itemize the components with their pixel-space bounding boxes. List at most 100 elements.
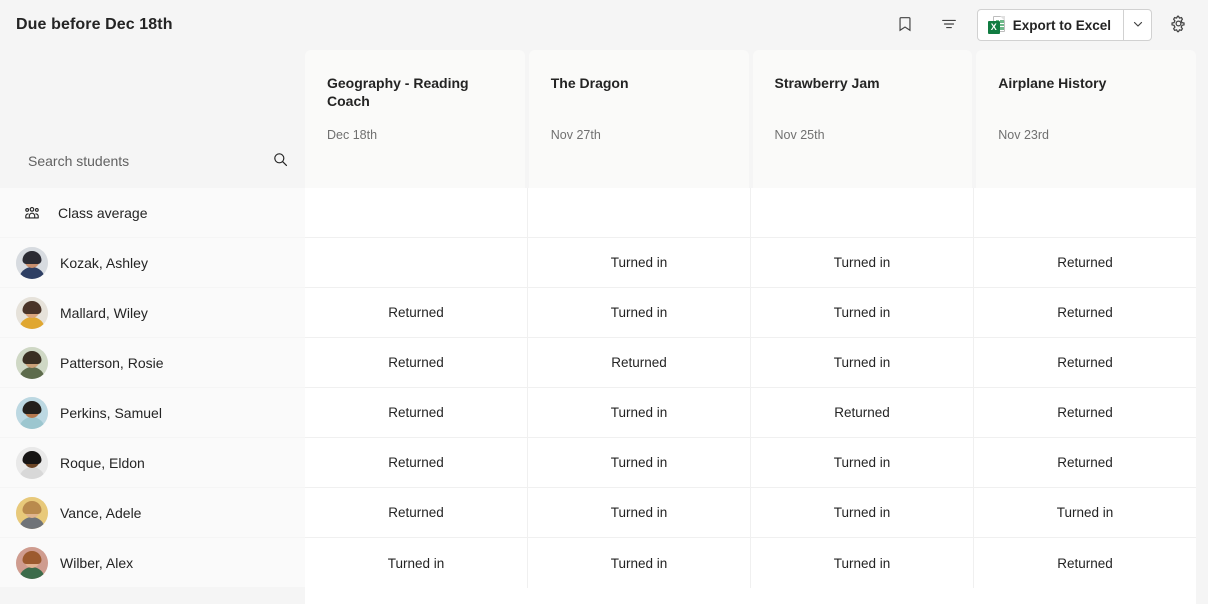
- assignment-due-date: Nov 27th: [551, 128, 601, 142]
- status-cell[interactable]: Returned: [974, 538, 1196, 588]
- status-cell[interactable]: [974, 188, 1196, 237]
- student-row[interactable]: Patterson, Rosie: [0, 338, 305, 388]
- grid-body: Class average Kozak, Ashley Mallard, Wiley…: [0, 188, 1208, 604]
- filter-icon: [940, 15, 958, 36]
- search-icon: [272, 151, 289, 171]
- avatar: [16, 497, 48, 529]
- search-input[interactable]: [16, 153, 267, 169]
- avatar: [16, 547, 48, 579]
- student-row[interactable]: Mallard, Wiley: [0, 288, 305, 338]
- assignment-column-header[interactable]: The Dragon Nov 27th: [529, 50, 749, 188]
- settings-button[interactable]: [1162, 9, 1194, 41]
- status-cell[interactable]: Turned in: [528, 388, 751, 437]
- bookmark-button[interactable]: [889, 9, 921, 41]
- student-row[interactable]: Kozak, Ashley: [0, 238, 305, 288]
- status-cell[interactable]: Returned: [974, 238, 1196, 287]
- bookmark-icon: [896, 15, 914, 36]
- avatar: [16, 297, 48, 329]
- status-cell[interactable]: Turned in: [974, 488, 1196, 537]
- export-to-excel-button[interactable]: X Export to Excel: [978, 10, 1123, 40]
- student-name: Roque, Eldon: [60, 455, 145, 471]
- student-row[interactable]: Perkins, Samuel: [0, 388, 305, 438]
- status-cell[interactable]: Turned in: [528, 538, 751, 588]
- avatar: [16, 247, 48, 279]
- assignment-due-date: Dec 18th: [327, 128, 377, 142]
- avatar: [16, 347, 48, 379]
- status-cell[interactable]: Turned in: [528, 488, 751, 537]
- assignment-title: Strawberry Jam: [775, 74, 951, 92]
- export-options-button[interactable]: [1123, 10, 1151, 40]
- assignment-title: Geography - Reading Coach: [327, 74, 503, 110]
- student-name: Kozak, Ashley: [60, 255, 148, 271]
- assignment-column-header[interactable]: Strawberry Jam Nov 25th: [753, 50, 973, 188]
- excel-icon: X: [988, 16, 1005, 34]
- status-cell[interactable]: Returned: [974, 288, 1196, 337]
- student-row[interactable]: Vance, Adele: [0, 488, 305, 538]
- assignment-column-header[interactable]: Airplane History Nov 23rd: [976, 50, 1196, 188]
- student-status-row: Turned inTurned inTurned inReturned: [305, 538, 1196, 588]
- status-cell[interactable]: Turned in: [305, 538, 528, 588]
- status-cell[interactable]: Returned: [974, 438, 1196, 487]
- toolbar: Due before Dec 18th X Export to Exce: [0, 0, 1208, 50]
- status-cell[interactable]: Turned in: [751, 488, 974, 537]
- status-cell[interactable]: [305, 238, 528, 287]
- status-cell[interactable]: Turned in: [751, 438, 974, 487]
- student-status-row: ReturnedTurned inReturnedReturned: [305, 388, 1196, 438]
- status-cell[interactable]: Turned in: [528, 238, 751, 287]
- export-to-excel-label: Export to Excel: [1013, 18, 1111, 33]
- status-cell[interactable]: Turned in: [751, 288, 974, 337]
- class-average-label: Class average: [58, 205, 148, 221]
- people-group-icon: [21, 202, 43, 224]
- status-cell[interactable]: Returned: [974, 338, 1196, 387]
- status-cell[interactable]: Turned in: [528, 288, 751, 337]
- status-cell[interactable]: Returned: [305, 488, 528, 537]
- student-name: Perkins, Samuel: [60, 405, 162, 421]
- page-title: Due before Dec 18th: [16, 16, 173, 34]
- student-status-row: ReturnedReturnedTurned inReturned: [305, 338, 1196, 388]
- status-cell[interactable]: Turned in: [751, 238, 974, 287]
- search-button[interactable]: [267, 148, 293, 174]
- assignment-title: The Dragon: [551, 74, 727, 92]
- status-cell[interactable]: [751, 188, 974, 237]
- export-to-excel-split-button: X Export to Excel: [977, 9, 1152, 41]
- student-row[interactable]: Wilber, Alex: [0, 538, 305, 588]
- assignment-title: Airplane History: [998, 74, 1174, 92]
- chevron-down-icon: [1132, 18, 1144, 33]
- class-average-row[interactable]: Class average: [0, 188, 305, 238]
- search-panel: [0, 50, 305, 188]
- student-status-row: ReturnedTurned inTurned inReturned: [305, 438, 1196, 488]
- filter-button[interactable]: [933, 9, 965, 41]
- status-cell[interactable]: Returned: [751, 388, 974, 437]
- student-status-row: ReturnedTurned inTurned inReturned: [305, 288, 1196, 338]
- assignment-due-date: Nov 25th: [775, 128, 825, 142]
- status-cell[interactable]: Returned: [305, 388, 528, 437]
- assignment-columns: Geography - Reading Coach Dec 18th The Dra…: [305, 50, 1208, 188]
- student-name: Vance, Adele: [60, 505, 141, 521]
- status-cell[interactable]: Returned: [305, 338, 528, 387]
- avatar: [16, 397, 48, 429]
- status-cell[interactable]: Turned in: [528, 438, 751, 487]
- student-status-row: Turned inTurned inReturned: [305, 238, 1196, 288]
- student-name: Patterson, Rosie: [60, 355, 164, 371]
- status-cell[interactable]: Turned in: [751, 538, 974, 588]
- student-status-row: ReturnedTurned inTurned inTurned in: [305, 488, 1196, 538]
- status-cell[interactable]: Turned in: [751, 338, 974, 387]
- gradebook-grid: Geography - Reading Coach Dec 18th The Dra…: [0, 50, 1208, 604]
- class-average-cells: [305, 188, 1196, 238]
- status-cells: Turned inTurned inReturnedReturnedTurned…: [305, 188, 1196, 604]
- assignment-column-header[interactable]: Geography - Reading Coach Dec 18th: [305, 50, 525, 188]
- status-cell[interactable]: Returned: [305, 438, 528, 487]
- status-cell[interactable]: [528, 188, 751, 237]
- student-name: Wilber, Alex: [60, 555, 133, 571]
- status-cell[interactable]: [305, 188, 528, 237]
- status-cell[interactable]: Returned: [528, 338, 751, 387]
- status-cell[interactable]: Returned: [974, 388, 1196, 437]
- assignment-due-date: Nov 23rd: [998, 128, 1049, 142]
- student-row[interactable]: Roque, Eldon: [0, 438, 305, 488]
- avatar: [16, 447, 48, 479]
- status-cell[interactable]: Returned: [305, 288, 528, 337]
- gear-icon: [1169, 14, 1188, 36]
- student-name: Mallard, Wiley: [60, 305, 148, 321]
- student-list: Class average Kozak, Ashley Mallard, Wiley…: [0, 188, 305, 604]
- search-students-box[interactable]: [16, 142, 293, 180]
